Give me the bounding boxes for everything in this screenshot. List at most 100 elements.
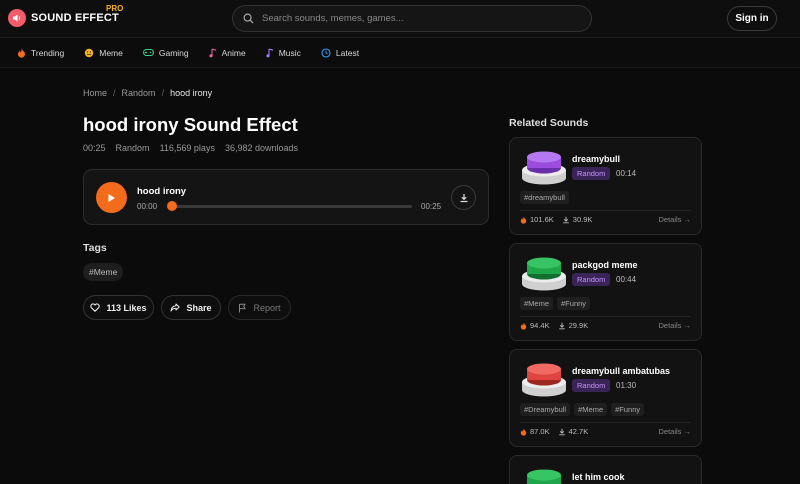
- details-link[interactable]: Details →: [658, 321, 691, 330]
- site-logo[interactable]: SOUND EFFECT PRO: [8, 4, 123, 28]
- gamepad-icon: [143, 48, 154, 57]
- music-note-icon: [209, 47, 216, 57]
- nav-item-trending[interactable]: Trending: [17, 48, 64, 58]
- sound-button-icon: [526, 469, 562, 484]
- like-count: 113 Likes: [106, 302, 147, 313]
- tag-chip[interactable]: #dreamybull: [520, 191, 569, 204]
- category-badge: Random: [572, 379, 611, 392]
- related-sound-duration: 01:30: [616, 381, 637, 390]
- related-sound-name[interactable]: dreamybull ambatubas: [572, 366, 670, 376]
- category-badge: Random: [572, 273, 611, 286]
- related-stats: 87.0K 42.7K: [520, 427, 596, 436]
- sign-in-button[interactable]: Sign in: [727, 6, 777, 31]
- related-sound-card[interactable]: dreamybull ambatubas Random 01:30 #Dream…: [509, 349, 702, 447]
- sound-category[interactable]: Random: [116, 143, 150, 153]
- audio-player: hood irony 00:00 00:25: [83, 169, 489, 225]
- related-stats: 101.6K 30.9K: [520, 215, 600, 224]
- fire-icon: [18, 48, 25, 58]
- nav-item-gaming[interactable]: Gaming: [143, 48, 189, 58]
- related-downloads: 42.7K: [568, 427, 589, 436]
- nav-label: Trending: [31, 47, 65, 58]
- related-downloads: 29.9K: [568, 321, 589, 330]
- download-icon: [558, 322, 565, 329]
- related-sound-card[interactable]: dreamybull Random 00:14 #dreamybull 101.…: [509, 137, 702, 235]
- tags-heading: Tags: [83, 242, 107, 254]
- category-badge: Random: [572, 167, 611, 180]
- related-downloads: 30.9K: [572, 215, 593, 224]
- tag-chip[interactable]: #Funny: [611, 403, 645, 416]
- related-tags: #Meme #Funny: [520, 297, 594, 310]
- logo-text: SOUND EFFECT: [31, 12, 119, 24]
- related-plays: 94.4K: [530, 321, 550, 330]
- nav-label: Music: [278, 47, 301, 58]
- like-button[interactable]: 113 Likes: [83, 295, 154, 320]
- download-icon: [558, 428, 565, 435]
- speaker-icon: [8, 9, 26, 27]
- clock-icon: [321, 47, 331, 58]
- related-plays: 87.0K: [530, 427, 550, 436]
- fire-icon: [520, 428, 527, 436]
- share-button[interactable]: Share: [161, 295, 221, 320]
- smile-icon: [85, 48, 94, 57]
- sound-plays: 116,569 plays: [159, 143, 215, 153]
- related-sound-card[interactable]: let him cook: [509, 455, 702, 484]
- share-label: Share: [186, 302, 212, 313]
- nav-label: Anime: [221, 47, 246, 58]
- related-sound-card[interactable]: packgod meme Random 00:44 #Meme #Funny 9…: [509, 243, 702, 341]
- share-icon: [170, 303, 181, 312]
- related-tags: #Dreamybull #Meme #Funny: [520, 403, 648, 416]
- download-icon: [562, 216, 569, 223]
- nav-label: Latest: [335, 47, 360, 58]
- search-input[interactable]: [262, 13, 562, 24]
- nav-item-meme[interactable]: Meme: [84, 48, 123, 58]
- breadcrumb-separator: /: [113, 88, 116, 98]
- report-button[interactable]: Report: [228, 295, 291, 320]
- download-icon: [460, 193, 467, 202]
- sound-button-icon: [522, 257, 566, 291]
- related-sound-name[interactable]: packgod meme: [572, 260, 638, 270]
- details-link[interactable]: Details →: [658, 215, 691, 224]
- nav-item-latest[interactable]: Latest: [321, 48, 359, 58]
- sound-downloads: 36,982 downloads: [224, 143, 299, 153]
- related-stats: 94.4K 29.9K: [520, 321, 596, 330]
- player-sound-name: hood irony: [137, 186, 187, 197]
- breadcrumb: Home / Random / hood irony: [83, 88, 212, 98]
- nav-label: Meme: [99, 47, 123, 58]
- sound-button-icon: [522, 151, 566, 185]
- search-icon: [243, 13, 254, 24]
- breadcrumb-home[interactable]: Home: [83, 88, 107, 98]
- tag-chip[interactable]: #Meme: [83, 263, 124, 281]
- related-sound-duration: 00:14: [616, 169, 637, 178]
- site-header: SOUND EFFECT PRO Sign in: [0, 0, 800, 38]
- divider: [520, 422, 691, 423]
- sound-duration: 00:25: [83, 143, 106, 153]
- report-label: Report: [253, 302, 281, 313]
- details-link[interactable]: Details →: [658, 427, 691, 436]
- tag-chip[interactable]: #Dreamybull: [520, 403, 571, 416]
- sound-meta: 00:25 Random 116,569 plays 36,982 downlo…: [83, 143, 308, 153]
- tag-chip[interactable]: #Meme: [520, 297, 554, 310]
- breadcrumb-separator: /: [161, 88, 165, 98]
- search-bar[interactable]: [232, 5, 592, 32]
- category-nav: Trending Meme Gaming Anime Music Latest: [0, 38, 800, 68]
- related-plays: 101.6K: [530, 215, 554, 224]
- breadcrumb-category[interactable]: Random: [122, 88, 156, 98]
- related-sound-duration: 00:44: [616, 275, 637, 284]
- progress-track[interactable]: [171, 205, 412, 208]
- nav-item-anime[interactable]: Anime: [209, 48, 246, 58]
- fire-icon: [520, 322, 527, 330]
- progress-handle[interactable]: [167, 201, 177, 211]
- nav-item-music[interactable]: Music: [266, 48, 301, 58]
- player-total-time: 00:25: [421, 202, 442, 211]
- related-sound-name[interactable]: let him cook: [572, 472, 625, 482]
- breadcrumb-current: hood irony: [170, 88, 213, 98]
- related-sound-name[interactable]: dreamybull: [572, 154, 620, 164]
- download-button[interactable]: [451, 185, 476, 210]
- tag-chip[interactable]: #Meme: [574, 403, 608, 416]
- tag-chip[interactable]: #Funny: [557, 297, 591, 310]
- related-tags: #dreamybull: [520, 191, 573, 204]
- related-heading: Related Sounds: [509, 117, 589, 129]
- heart-icon: [90, 303, 101, 312]
- play-button[interactable]: [96, 182, 127, 213]
- flag-icon: [239, 303, 247, 312]
